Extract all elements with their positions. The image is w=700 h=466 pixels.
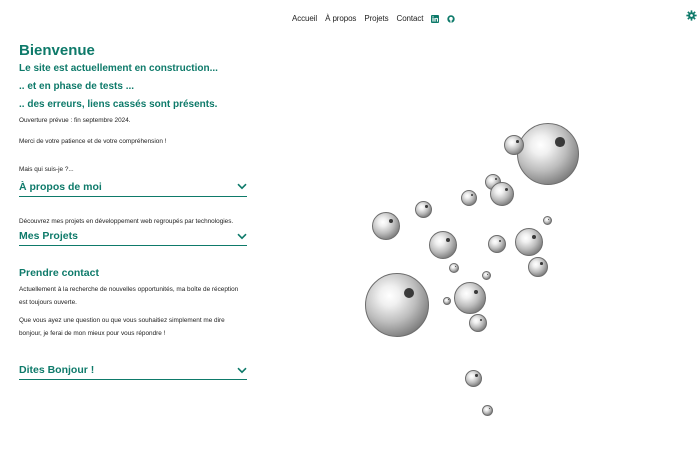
gear-icon[interactable] [686, 8, 697, 21]
say-hello-label: Dites Bonjour ! [19, 364, 95, 376]
contact-paragraph-2: Que vous ayez une question ou que vous s… [19, 317, 225, 337]
bubble [482, 405, 493, 416]
nav-a-propos[interactable]: À propos [325, 14, 356, 23]
bubble [482, 271, 491, 280]
who-am-i-text: Mais qui suis-je ?... [19, 166, 74, 173]
bubble [465, 370, 482, 387]
nav-contact[interactable]: Contact [397, 14, 424, 23]
page-title: Bienvenue [19, 42, 95, 59]
bubble [517, 123, 579, 185]
bubbles-illustration [355, 118, 595, 428]
testing-notice: .. et en phase de tests ... [19, 81, 135, 92]
bubble [449, 263, 459, 273]
say-hello-button[interactable]: Dites Bonjour ! [19, 364, 247, 380]
bubble [488, 235, 506, 253]
errors-notice: .. des erreurs, liens cassés sont présen… [19, 99, 218, 110]
projects-description: Découvrez mes projets en développement w… [19, 217, 234, 225]
construction-notice: Le site est actuellement en construction… [19, 63, 218, 74]
bubble [469, 314, 487, 332]
chevron-down-icon [237, 183, 247, 190]
projects-accordion[interactable]: Mes Projets [19, 230, 247, 246]
bubble [528, 257, 548, 277]
contact-paragraph-1: Actuellement à la recherche de nouvelles… [19, 286, 239, 306]
chevron-down-icon [237, 367, 247, 373]
github-icon[interactable] [447, 14, 456, 23]
bubble [461, 190, 477, 206]
bubble [443, 297, 451, 305]
projects-label: Mes Projets [19, 230, 78, 242]
contact-heading: Prendre contact [19, 267, 99, 279]
bubble [429, 231, 457, 259]
nav-projets[interactable]: Projets [364, 14, 388, 23]
bubble [515, 228, 543, 256]
main-content: Bienvenue Le site est actuellement en co… [19, 42, 247, 380]
bubble [504, 135, 524, 155]
about-label: À propos de moi [19, 180, 102, 193]
bubble [454, 282, 486, 314]
opening-date: Ouverture prévue : fin septembre 2024. [19, 117, 131, 124]
bubble [372, 212, 400, 240]
bubble [490, 182, 514, 206]
bubble [415, 201, 432, 218]
nav-accueil[interactable]: Accueil [292, 14, 317, 23]
top-navigation: Accueil À propos Projets Contact [292, 14, 456, 23]
thanks-text: Merci de votre patience et de votre comp… [19, 137, 167, 145]
bubble [543, 216, 552, 225]
bubble [365, 273, 429, 337]
about-accordion[interactable]: À propos de moi [19, 181, 247, 197]
linkedin-icon[interactable] [431, 14, 440, 23]
chevron-down-icon [237, 233, 247, 239]
